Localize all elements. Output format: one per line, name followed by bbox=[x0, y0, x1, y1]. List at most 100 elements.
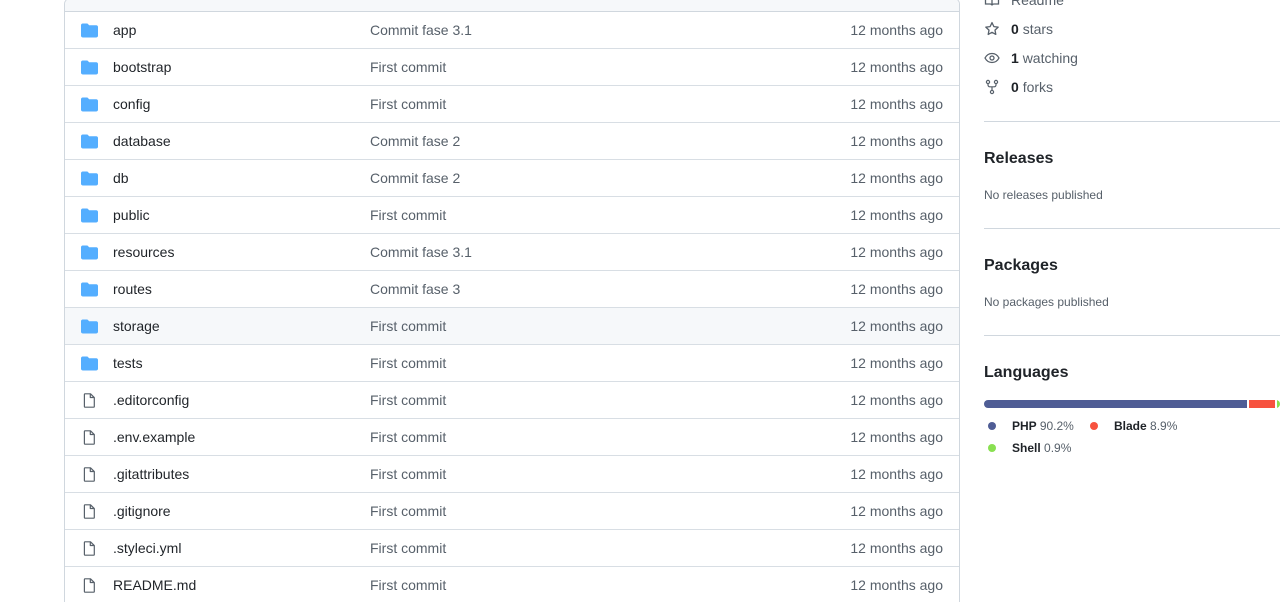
commit-message-link[interactable]: First commit bbox=[370, 577, 446, 593]
commit-message-link[interactable]: First commit bbox=[370, 540, 446, 556]
commit-message-link[interactable]: Commit fase 2 bbox=[370, 133, 460, 149]
file-name-link[interactable]: public bbox=[113, 207, 150, 223]
file-name-link[interactable]: bootstrap bbox=[113, 59, 171, 75]
file-row[interactable]: bootstrap First commit 12 months ago bbox=[65, 49, 959, 86]
divider bbox=[984, 121, 1280, 122]
file-name-link[interactable]: .editorconfig bbox=[113, 392, 189, 408]
commit-age: 12 months ago bbox=[850, 540, 943, 556]
file-rows: app Commit fase 3.1 12 months ago bootstrap… bbox=[65, 12, 959, 602]
file-name-link[interactable]: .gitignore bbox=[113, 503, 171, 519]
file-icon bbox=[81, 578, 98, 593]
commit-age: 12 months ago bbox=[850, 429, 943, 445]
language-name: Blade 8.9% bbox=[1114, 419, 1178, 433]
file-row[interactable]: README.md First commit 12 months ago bbox=[65, 567, 959, 602]
file-name-link[interactable]: database bbox=[113, 133, 171, 149]
commit-age: 12 months ago bbox=[850, 96, 943, 112]
file-name-link[interactable]: config bbox=[113, 96, 150, 112]
releases-note: No releases published bbox=[984, 188, 1103, 202]
file-row[interactable]: .editorconfig First commit 12 months ago bbox=[65, 382, 959, 419]
file-row[interactable]: public First commit 12 months ago bbox=[65, 197, 959, 234]
eye-icon bbox=[984, 52, 1000, 64]
divider bbox=[984, 228, 1280, 229]
folder-icon bbox=[81, 356, 98, 371]
file-icon bbox=[81, 430, 98, 445]
commit-age: 12 months ago bbox=[850, 466, 943, 482]
commit-age: 12 months ago bbox=[850, 503, 943, 519]
commit-message-link[interactable]: Commit fase 2 bbox=[370, 170, 460, 186]
language-bar-segment bbox=[1277, 400, 1280, 408]
commit-message-link[interactable]: First commit bbox=[370, 466, 446, 482]
php-color-dot bbox=[988, 422, 996, 430]
file-list-header bbox=[65, 0, 959, 12]
file-name-link[interactable]: db bbox=[113, 170, 129, 186]
file-list: app Commit fase 3.1 12 months ago bootstrap… bbox=[64, 0, 960, 602]
star-icon bbox=[985, 21, 999, 36]
commit-message-link[interactable]: First commit bbox=[370, 355, 446, 371]
file-icon bbox=[81, 467, 98, 482]
file-row[interactable]: db Commit fase 2 12 months ago bbox=[65, 160, 959, 197]
commit-message-link[interactable]: First commit bbox=[370, 207, 446, 223]
folder-icon bbox=[81, 245, 98, 260]
commit-age: 12 months ago bbox=[850, 170, 943, 186]
file-row[interactable]: config First commit 12 months ago bbox=[65, 86, 959, 123]
languages-title: Languages bbox=[984, 364, 1069, 381]
watching-label: watching bbox=[1022, 50, 1078, 66]
file-row[interactable]: routes Commit fase 3 12 months ago bbox=[65, 271, 959, 308]
folder-icon bbox=[81, 171, 98, 186]
commit-message-link[interactable]: First commit bbox=[370, 96, 446, 112]
readme-label: Readme bbox=[1011, 0, 1064, 8]
commit-age: 12 months ago bbox=[850, 392, 943, 408]
file-name-link[interactable]: tests bbox=[113, 355, 143, 371]
language-name: Shell 0.9% bbox=[1012, 441, 1072, 455]
language-bar bbox=[984, 400, 1280, 408]
file-row[interactable]: database Commit fase 2 12 months ago bbox=[65, 123, 959, 160]
file-row[interactable]: .env.example First commit 12 months ago bbox=[65, 419, 959, 456]
folder-icon bbox=[81, 23, 98, 38]
watching-count: 1 bbox=[1011, 50, 1019, 66]
language-percent: 90.2% bbox=[1039, 419, 1074, 433]
file-row[interactable]: .styleci.yml First commit 12 months ago bbox=[65, 530, 959, 567]
blade-color-dot bbox=[1090, 422, 1098, 430]
packages-title[interactable]: Packages bbox=[984, 257, 1058, 275]
file-name-link[interactable]: .env.example bbox=[113, 429, 195, 445]
file-row[interactable]: .gitignore First commit 12 months ago bbox=[65, 493, 959, 530]
file-name-link[interactable]: .styleci.yml bbox=[113, 540, 181, 556]
file-row[interactable]: app Commit fase 3.1 12 months ago bbox=[65, 12, 959, 49]
file-name-link[interactable]: resources bbox=[113, 244, 174, 260]
commit-age: 12 months ago bbox=[850, 244, 943, 260]
file-name-link[interactable]: routes bbox=[113, 281, 152, 297]
shell-color-dot bbox=[988, 444, 996, 452]
commit-age: 12 months ago bbox=[850, 207, 943, 223]
commit-message-link[interactable]: First commit bbox=[370, 503, 446, 519]
folder-icon bbox=[81, 282, 98, 297]
file-name-link[interactable]: storage bbox=[113, 318, 160, 334]
commit-age: 12 months ago bbox=[850, 577, 943, 593]
file-row[interactable]: resources Commit fase 3.1 12 months ago bbox=[65, 234, 959, 271]
file-row[interactable]: tests First commit 12 months ago bbox=[65, 345, 959, 382]
file-row[interactable]: .gitattributes First commit 12 months ago bbox=[65, 456, 959, 493]
commit-message-link[interactable]: First commit bbox=[370, 392, 446, 408]
commit-message-link[interactable]: First commit bbox=[370, 59, 446, 75]
file-name-link[interactable]: app bbox=[113, 22, 136, 38]
commit-message-link[interactable]: First commit bbox=[370, 429, 446, 445]
file-name-link[interactable]: README.md bbox=[113, 577, 196, 593]
commit-message-link[interactable]: Commit fase 3.1 bbox=[370, 244, 472, 260]
commit-age: 12 months ago bbox=[850, 22, 943, 38]
language-bar-segment bbox=[1249, 400, 1276, 408]
folder-icon bbox=[81, 208, 98, 223]
file-icon bbox=[81, 504, 98, 519]
folder-icon bbox=[81, 60, 98, 75]
commit-message-link[interactable]: Commit fase 3 bbox=[370, 281, 460, 297]
fork-icon bbox=[985, 79, 999, 95]
releases-title[interactable]: Releases bbox=[984, 150, 1053, 168]
file-row[interactable]: storage First commit 12 months ago bbox=[65, 308, 959, 345]
commit-age: 12 months ago bbox=[850, 355, 943, 371]
folder-icon bbox=[81, 134, 98, 149]
commit-age: 12 months ago bbox=[850, 281, 943, 297]
packages-note: No packages published bbox=[984, 295, 1109, 309]
commit-message-link[interactable]: Commit fase 3.1 bbox=[370, 22, 472, 38]
commit-message-link[interactable]: First commit bbox=[370, 318, 446, 334]
file-name-link[interactable]: .gitattributes bbox=[113, 466, 189, 482]
language-percent: 8.9% bbox=[1150, 419, 1178, 433]
language-percent: 0.9% bbox=[1044, 441, 1072, 455]
